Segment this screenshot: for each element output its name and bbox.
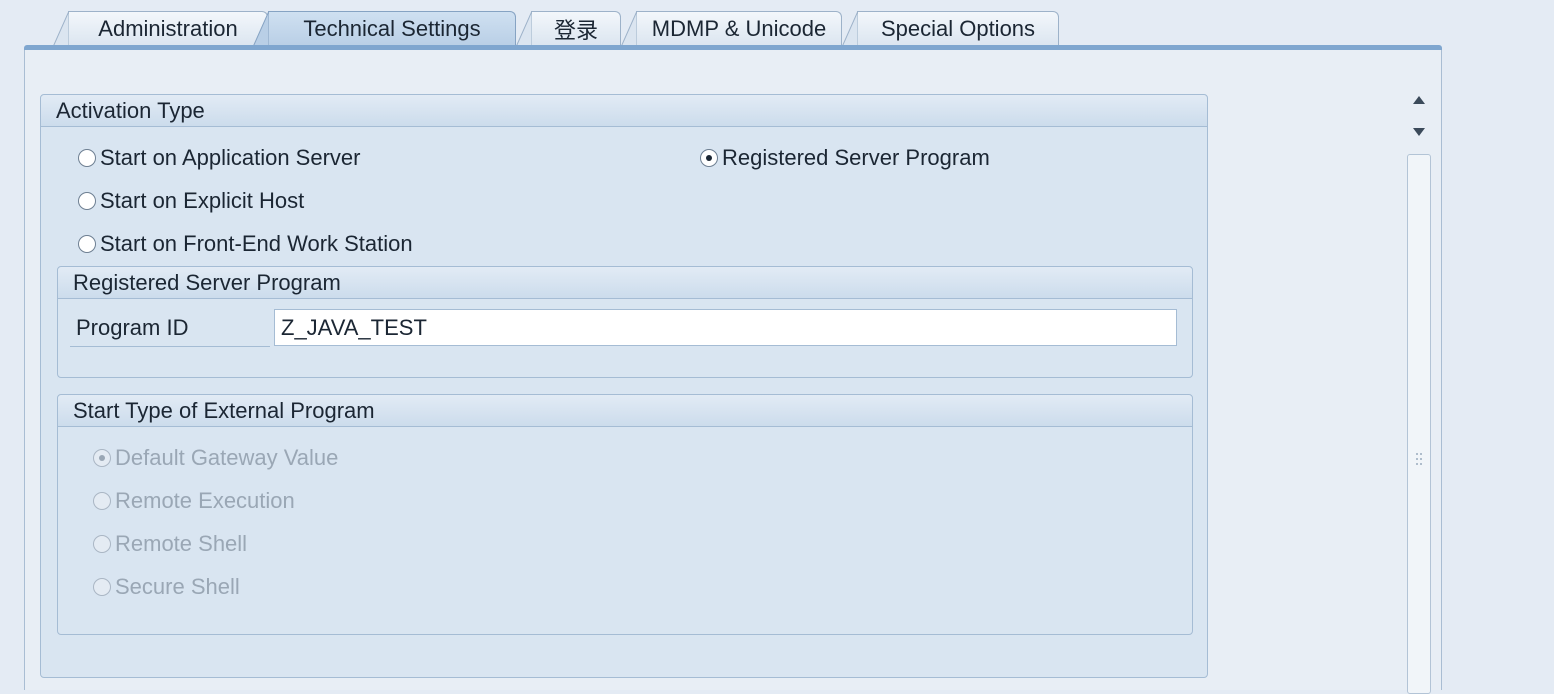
radio-remote-execution[interactable]: Remote Execution <box>93 488 295 514</box>
program-id-input[interactable]: Z_JAVA_TEST <box>274 309 1177 346</box>
tab-administration[interactable]: Administration <box>53 11 268 47</box>
radio-circle-icon <box>78 149 96 167</box>
tab-edge <box>53 11 69 47</box>
radio-circle-icon <box>93 578 111 596</box>
radio-start-application-server[interactable]: Start on Application Server <box>78 145 360 171</box>
tab-label: MDMP & Unicode <box>651 16 827 41</box>
program-id-label: Program ID <box>70 310 270 347</box>
tab-edge <box>516 11 532 47</box>
radio-label: Default Gateway Value <box>115 445 339 470</box>
scroll-up-button[interactable] <box>1404 86 1434 114</box>
radio-start-front-end-work-station[interactable]: Start on Front-End Work Station <box>78 231 413 257</box>
triangle-down-icon <box>1413 128 1425 136</box>
radio-circle-icon <box>78 192 96 210</box>
radio-circle-icon <box>78 235 96 253</box>
radio-label: Start on Explicit Host <box>100 188 305 213</box>
radio-selected-icon <box>700 149 718 167</box>
group-title: Registered Server Program <box>58 267 1192 299</box>
triangle-up-icon <box>1413 96 1425 104</box>
tab-label: Special Options <box>880 16 1036 41</box>
tab-special-options[interactable]: Special Options <box>842 11 1059 47</box>
radio-default-gateway-value[interactable]: Default Gateway Value <box>93 445 338 471</box>
radio-registered-server-program[interactable]: Registered Server Program <box>700 145 990 171</box>
scroll-down-button[interactable] <box>1404 118 1434 146</box>
group-title: Start Type of External Program <box>58 395 1192 427</box>
radio-secure-shell[interactable]: Secure Shell <box>93 574 240 600</box>
radio-circle-icon <box>93 492 111 510</box>
radio-label: Secure Shell <box>115 574 240 599</box>
tab-label: Technical Settings <box>303 16 481 41</box>
vertical-scrollbar[interactable] <box>1404 86 1434 694</box>
tab-edge <box>842 11 858 47</box>
tab-login[interactable]: 登录 <box>516 11 621 47</box>
radio-selected-icon <box>93 449 111 467</box>
tab-technical-settings[interactable]: Technical Settings <box>253 11 516 47</box>
grip-icon <box>1416 453 1422 465</box>
scrollbar-thumb[interactable] <box>1407 154 1431 694</box>
group-title: Activation Type <box>41 95 1207 127</box>
radio-label: Start on Application Server <box>100 145 361 170</box>
tab-label: Administration <box>98 16 238 41</box>
radio-label: Registered Server Program <box>722 145 990 170</box>
tab-edge <box>253 11 269 47</box>
tab-edge <box>621 11 637 47</box>
radio-start-explicit-host[interactable]: Start on Explicit Host <box>78 188 304 214</box>
radio-label: Remote Execution <box>115 488 295 513</box>
tab-label: 登录 <box>553 18 598 43</box>
radio-label: Start on Front-End Work Station <box>100 231 413 256</box>
tab-mdmp-unicode[interactable]: MDMP & Unicode <box>621 11 842 47</box>
radio-label: Remote Shell <box>115 531 248 556</box>
radio-remote-shell[interactable]: Remote Shell <box>93 531 247 557</box>
radio-circle-icon <box>93 535 111 553</box>
